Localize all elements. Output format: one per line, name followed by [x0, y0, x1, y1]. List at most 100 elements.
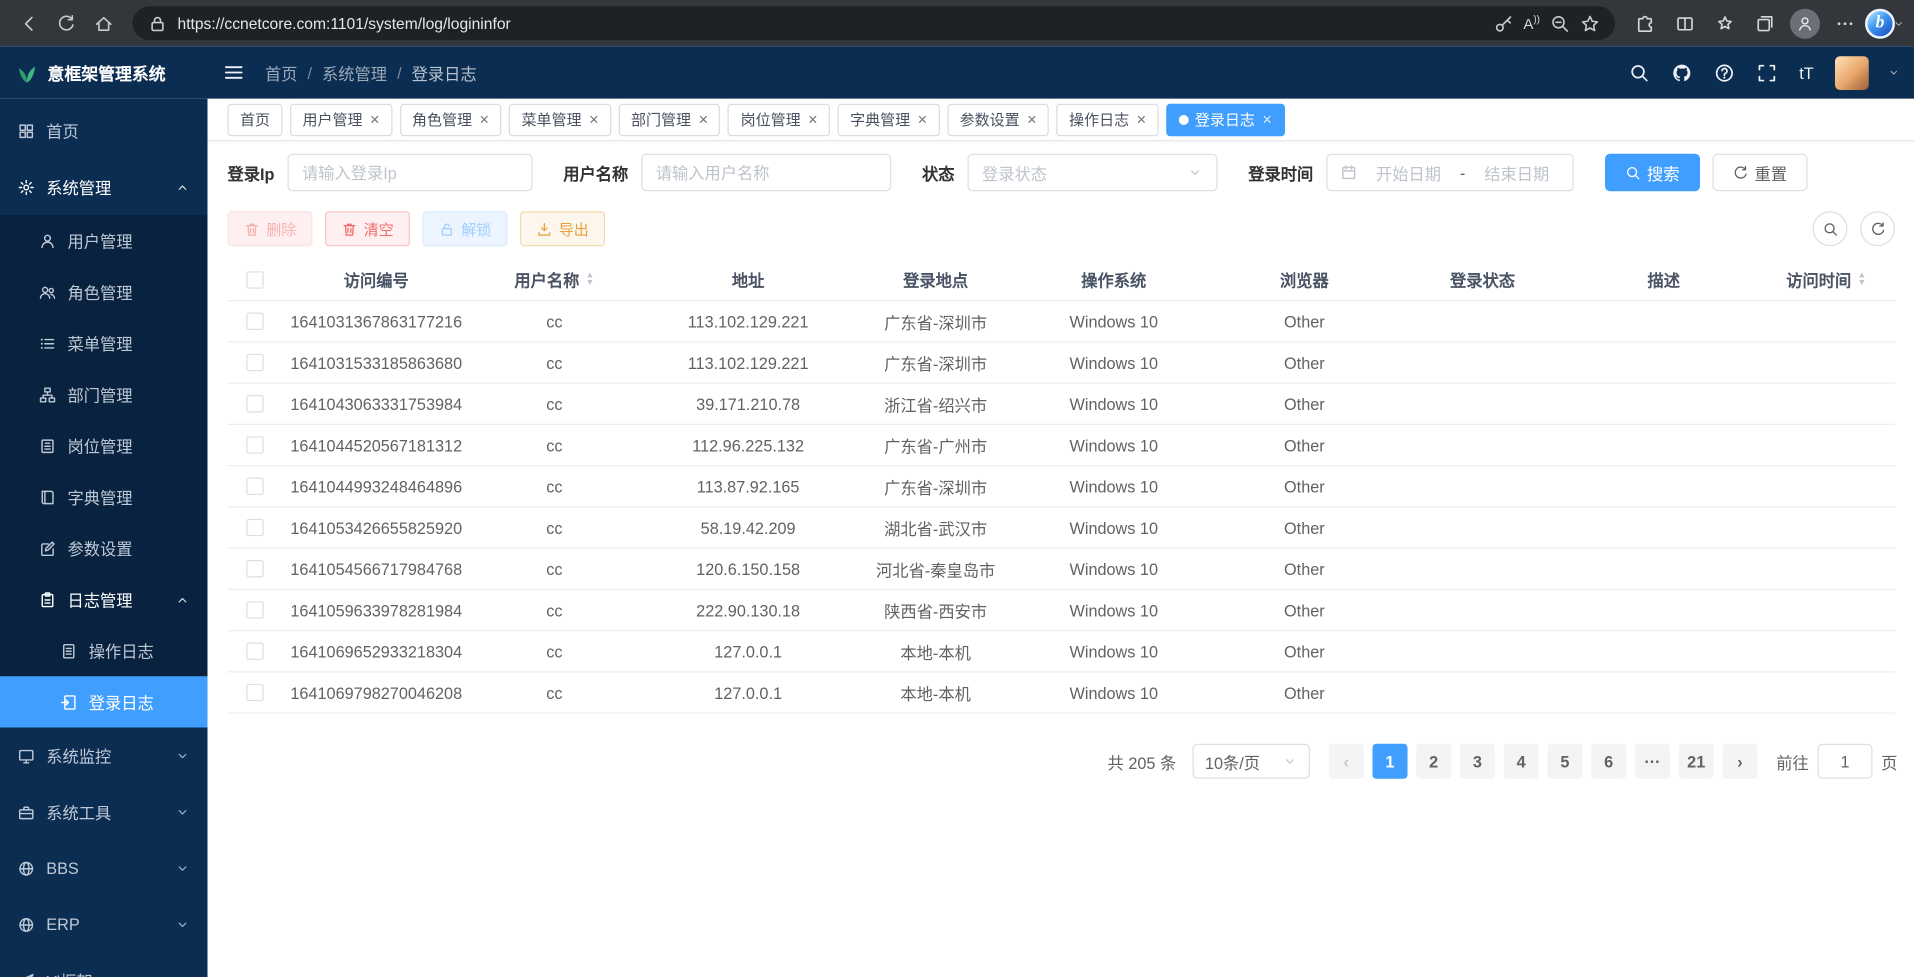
- fullscreen-button[interactable]: [1757, 62, 1778, 83]
- copilot-icon[interactable]: b: [1865, 8, 1895, 38]
- browser-menu-button[interactable]: [1825, 6, 1865, 41]
- header-search-button[interactable]: [1629, 62, 1650, 83]
- user-avatar[interactable]: [1835, 56, 1869, 90]
- tab-0[interactable]: 首页: [228, 103, 283, 136]
- reset-button[interactable]: 重置: [1712, 154, 1807, 192]
- tab-3[interactable]: 菜单管理×: [509, 103, 611, 136]
- delete-button[interactable]: 删除: [228, 211, 313, 246]
- extensions-button[interactable]: [1625, 6, 1665, 41]
- column-header-3[interactable]: 登录地点: [858, 268, 1014, 292]
- page-button-2[interactable]: 2: [1416, 744, 1451, 779]
- sidebar-item-5[interactable]: 部门管理: [0, 369, 208, 420]
- read-aloud-icon[interactable]: A)): [1523, 14, 1540, 33]
- sidebar-item-15[interactable]: ERP: [0, 896, 208, 952]
- sidebar-item-14[interactable]: BBS: [0, 840, 208, 896]
- collections-button[interactable]: [1745, 6, 1785, 41]
- browser-back-button[interactable]: [10, 6, 48, 41]
- text-size-button[interactable]: tT: [1799, 63, 1813, 82]
- row-checkbox[interactable]: [246, 684, 264, 702]
- status-select[interactable]: 登录状态: [967, 154, 1217, 192]
- column-header-2[interactable]: 地址: [639, 268, 858, 292]
- tab-8[interactable]: 操作日志×: [1057, 103, 1159, 136]
- help-button[interactable]: [1714, 62, 1735, 83]
- row-checkbox[interactable]: [246, 354, 264, 372]
- row-checkbox[interactable]: [246, 313, 264, 331]
- row-checkbox[interactable]: [246, 519, 264, 537]
- page-button-5[interactable]: 5: [1547, 744, 1582, 779]
- tab-close-icon[interactable]: ×: [480, 111, 489, 127]
- page-size-select[interactable]: 10条/页: [1192, 744, 1310, 779]
- split-screen-button[interactable]: [1665, 6, 1705, 41]
- column-header-7[interactable]: 描述: [1570, 268, 1758, 292]
- breadcrumb-home[interactable]: 首页: [265, 61, 298, 85]
- favorite-add-button[interactable]: [1580, 13, 1600, 33]
- sidebar-item-10[interactable]: 操作日志: [0, 625, 208, 676]
- toggle-search-button[interactable]: [1813, 211, 1848, 246]
- tab-close-icon[interactable]: ×: [808, 111, 817, 127]
- username-input[interactable]: [641, 154, 891, 192]
- sort-icon[interactable]: ▲▼: [586, 272, 595, 287]
- column-header-0[interactable]: 访问编号: [283, 268, 471, 292]
- sidebar-item-4[interactable]: 菜单管理: [0, 318, 208, 369]
- row-checkbox[interactable]: [246, 560, 264, 578]
- next-page-button[interactable]: ›: [1722, 744, 1757, 779]
- page-more-button[interactable]: ···: [1635, 744, 1670, 779]
- tab-close-icon[interactable]: ×: [589, 111, 598, 127]
- sidebar-item-1[interactable]: 系统管理: [0, 159, 208, 215]
- goto-page-input[interactable]: [1817, 744, 1872, 779]
- page-button-3[interactable]: 3: [1460, 744, 1495, 779]
- tab-6[interactable]: 字典管理×: [838, 103, 940, 136]
- row-checkbox[interactable]: [246, 478, 264, 496]
- app-logo[interactable]: 意框架管理系统: [0, 60, 208, 85]
- sidebar-item-3[interactable]: 角色管理: [0, 266, 208, 317]
- sidebar-item-2[interactable]: 用户管理: [0, 215, 208, 266]
- row-checkbox[interactable]: [246, 643, 264, 661]
- sidebar-item-7[interactable]: 字典管理: [0, 471, 208, 522]
- prev-page-button[interactable]: ‹: [1329, 744, 1364, 779]
- avatar-caret-icon[interactable]: [1888, 66, 1901, 79]
- browser-reload-button[interactable]: [48, 6, 86, 41]
- breadcrumb-system[interactable]: 系统管理: [322, 61, 387, 85]
- tab-close-icon[interactable]: ×: [1027, 111, 1036, 127]
- ip-input[interactable]: [287, 154, 532, 192]
- browser-profile-button[interactable]: [1785, 6, 1825, 41]
- tab-close-icon[interactable]: ×: [699, 111, 708, 127]
- sidebar-item-13[interactable]: 系统工具: [0, 784, 208, 840]
- tab-4[interactable]: 部门管理×: [619, 103, 721, 136]
- tab-1[interactable]: 用户管理×: [290, 103, 392, 136]
- copilot-caret-icon[interactable]: [1893, 17, 1906, 30]
- sidebar-item-16[interactable]: Yi框架: [0, 953, 208, 977]
- select-all-checkbox[interactable]: [246, 271, 264, 289]
- tab-close-icon[interactable]: ×: [918, 111, 927, 127]
- sidebar-item-12[interactable]: 系统监控: [0, 728, 208, 784]
- tab-2[interactable]: 角色管理×: [400, 103, 502, 136]
- column-header-4[interactable]: 操作系统: [1014, 268, 1214, 292]
- password-key-button[interactable]: [1493, 13, 1513, 33]
- page-button-6[interactable]: 6: [1591, 744, 1626, 779]
- tab-7[interactable]: 参数设置×: [947, 103, 1049, 136]
- tab-close-icon[interactable]: ×: [1262, 111, 1271, 127]
- column-header-6[interactable]: 登录状态: [1395, 268, 1570, 292]
- github-icon[interactable]: [1672, 62, 1693, 83]
- clear-button[interactable]: 清空: [325, 211, 410, 246]
- tab-5[interactable]: 岗位管理×: [728, 103, 830, 136]
- refresh-table-button[interactable]: [1860, 211, 1895, 246]
- search-button[interactable]: 搜索: [1605, 154, 1700, 192]
- date-range-picker[interactable]: 开始日期 - 结束日期: [1326, 154, 1574, 192]
- export-button[interactable]: 导出: [520, 211, 605, 246]
- unlock-button[interactable]: 解锁: [423, 211, 508, 246]
- row-checkbox[interactable]: [246, 436, 264, 454]
- page-button-1[interactable]: 1: [1372, 744, 1407, 779]
- sidebar-item-6[interactable]: 岗位管理: [0, 420, 208, 471]
- column-header-1[interactable]: 用户名称▲▼: [470, 268, 639, 292]
- address-bar[interactable]: https://ccnetcore.com:1101/system/log/lo…: [133, 6, 1616, 40]
- column-header-5[interactable]: 浏览器: [1214, 268, 1395, 292]
- sort-icon[interactable]: ▲▼: [1858, 272, 1867, 287]
- browser-home-button[interactable]: [85, 6, 123, 41]
- zoom-out-button[interactable]: [1550, 13, 1570, 33]
- favorites-button[interactable]: [1705, 6, 1745, 41]
- column-header-8[interactable]: 访问时间▲▼: [1758, 268, 1896, 292]
- page-button-4[interactable]: 4: [1504, 744, 1539, 779]
- page-button-21[interactable]: 21: [1679, 744, 1714, 779]
- sidebar-item-8[interactable]: 参数设置: [0, 523, 208, 574]
